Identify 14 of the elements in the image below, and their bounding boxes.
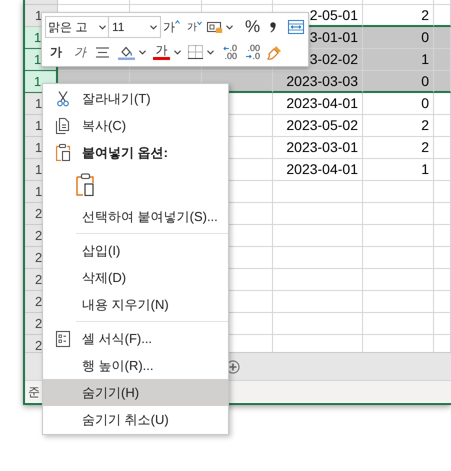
table-cell: 1 (363, 159, 434, 181)
table-cell: 2 (363, 137, 434, 159)
table-cell: 0 (363, 71, 434, 93)
table-cell: 0 (363, 93, 434, 115)
table-cell: 2023-03-01 (273, 137, 363, 159)
status-text: 준 (28, 384, 40, 400)
table-cell: 2 (363, 115, 434, 137)
table-cell: 2023-04-01 (273, 93, 363, 115)
table-cell: 2023-04-01 (273, 159, 363, 181)
table-cell: 1 (363, 49, 434, 71)
table-cell: 2023-03-03 (273, 71, 363, 93)
table-cell: 2023-05-02 (273, 115, 363, 137)
table-cell: 0 (363, 27, 434, 49)
menu-section-header: 붙여넣기 옵션: (43, 139, 228, 166)
